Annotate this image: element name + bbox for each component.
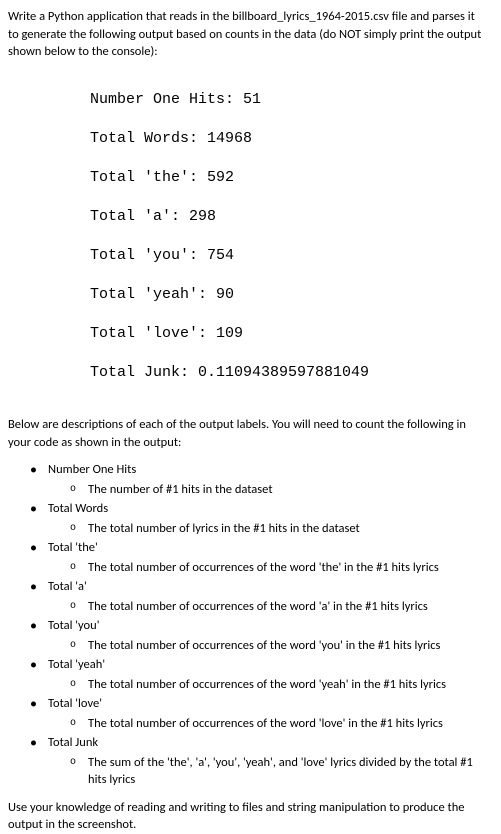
requirements-list: Number One Hits The number of #1 hits in…: [30, 461, 487, 789]
sub-item: The total number of lyrics in the #1 hit…: [70, 520, 487, 538]
list-item: Total 'love' The total number of occurre…: [30, 695, 487, 732]
sub-list: The sum of the 'the', 'a', 'you', 'yeah'…: [70, 754, 487, 789]
sub-list: The total number of occurrences of the w…: [70, 559, 487, 577]
sub-list: The total number of occurrences of the w…: [70, 637, 487, 655]
output-line-7: Total 'love': 109: [90, 324, 487, 344]
item-label: Number One Hits: [48, 462, 136, 477]
sub-item: The total number of occurrences of the w…: [70, 637, 487, 655]
item-label: Total 'yeah': [48, 657, 105, 672]
output-line-5: Total 'you': 754: [90, 246, 487, 266]
sub-list: The total number of lyrics in the #1 hit…: [70, 520, 487, 538]
list-item: Total 'yeah' The total number of occurre…: [30, 656, 487, 693]
sub-item: The total number of occurrences of the w…: [70, 559, 487, 577]
sub-item: The total number of occurrences of the w…: [70, 676, 487, 694]
list-item: Total 'you' The total number of occurren…: [30, 617, 487, 654]
console-output-block: Number One Hits: 51 Total Words: 14968 T…: [90, 71, 487, 403]
item-label: Total Words: [48, 501, 108, 516]
output-line-1: Number One Hits: 51: [90, 90, 487, 110]
output-line-6: Total 'yeah': 90: [90, 285, 487, 305]
list-item: Total Words The total number of lyrics i…: [30, 500, 487, 537]
sub-list: The number of #1 hits in the dataset: [70, 481, 487, 499]
list-item: Total 'the' The total number of occurren…: [30, 539, 487, 576]
sub-list: The total number of occurrences of the w…: [70, 676, 487, 694]
output-line-2: Total Words: 14968: [90, 129, 487, 149]
list-item: Total Junk The sum of the 'the', 'a', 'y…: [30, 734, 487, 789]
list-item: Number One Hits The number of #1 hits in…: [30, 461, 487, 498]
sub-item: The number of #1 hits in the dataset: [70, 481, 487, 499]
sub-list: The total number of occurrences of the w…: [70, 715, 487, 733]
item-label: Total 'love': [48, 696, 102, 711]
sub-item: The sum of the 'the', 'a', 'you', 'yeah'…: [70, 754, 487, 789]
sub-item: The total number of occurrences of the w…: [70, 598, 487, 616]
sub-list: The total number of occurrences of the w…: [70, 598, 487, 616]
sub-item: The total number of occurrences of the w…: [70, 715, 487, 733]
list-item: Total 'a' The total number of occurrence…: [30, 578, 487, 615]
output-line-8: Total Junk: 0.11094389597881049: [90, 363, 487, 383]
output-line-3: Total 'the': 592: [90, 168, 487, 188]
output-line-4: Total 'a': 298: [90, 207, 487, 227]
intro-paragraph: Write a Python application that reads in…: [8, 8, 487, 61]
item-label: Total Junk: [48, 735, 98, 750]
mid-paragraph: Below are descriptions of each of the ou…: [8, 416, 487, 451]
item-label: Total 'the': [48, 540, 98, 555]
closing-paragraph: Use your knowledge of reading and writin…: [8, 799, 487, 834]
item-label: Total 'you': [48, 618, 99, 633]
